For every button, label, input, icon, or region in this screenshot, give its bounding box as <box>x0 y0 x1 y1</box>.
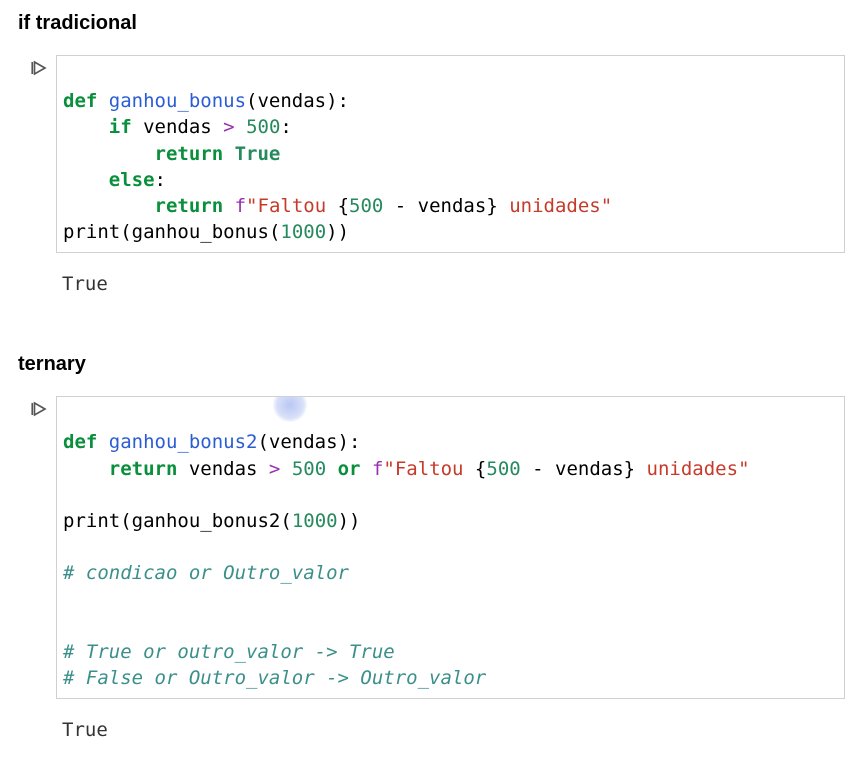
output-2: True <box>62 703 845 744</box>
num-500: 500 <box>349 195 383 217</box>
run-cell-icon[interactable] <box>30 59 48 77</box>
quote: " <box>383 458 394 480</box>
heading-ternary: ternary <box>18 353 845 376</box>
indent <box>63 458 109 480</box>
code-cell-2: def ganhou_bonus2(vendas): return vendas… <box>18 396 845 698</box>
params: (vendas): <box>257 431 360 453</box>
str-text: Faltou <box>258 195 338 217</box>
heading-if-tradicional: if tradicional <box>18 12 845 35</box>
paren: )) <box>338 510 361 532</box>
brace: { <box>475 458 486 480</box>
str-text: Faltou <box>395 458 475 480</box>
kw-or: or <box>338 458 361 480</box>
brace: } <box>624 458 635 480</box>
brace: } <box>486 195 497 217</box>
colon: : <box>280 116 291 138</box>
indent <box>63 116 109 138</box>
kw-def: def <box>63 431 109 453</box>
f-prefix: f <box>235 195 246 217</box>
quote: " <box>601 195 612 217</box>
indent <box>63 169 109 191</box>
code-editor-1[interactable]: def ganhou_bonus(vendas): if vendas > 50… <box>56 55 845 253</box>
var: vendas <box>143 116 223 138</box>
paren: ( <box>120 510 131 532</box>
paren: ( <box>269 221 280 243</box>
fn-name: ganhou_bonus <box>109 90 246 112</box>
run-cell-icon[interactable] <box>30 400 48 418</box>
quote: " <box>246 195 257 217</box>
brace: { <box>338 195 349 217</box>
code-editor-2[interactable]: def ganhou_bonus2(vendas): return vendas… <box>56 396 845 698</box>
indent <box>63 195 155 217</box>
str-text: unidades <box>498 195 601 217</box>
kw-return: return <box>155 143 235 165</box>
paren: )) <box>326 221 349 243</box>
num-500: 500 <box>246 116 280 138</box>
comment: # condicao or Outro_valor <box>63 562 349 584</box>
params: (vendas): <box>246 90 349 112</box>
expr: - vendas <box>383 195 486 217</box>
op-gt: > <box>269 458 292 480</box>
space <box>326 458 337 480</box>
quote: " <box>738 458 749 480</box>
code-cell-1: def ganhou_bonus(vendas): if vendas > 50… <box>18 55 845 253</box>
num-1000: 1000 <box>292 510 338 532</box>
comment: # False or Outro_valor -> Outro_valor <box>63 667 486 689</box>
op-gt: > <box>223 116 246 138</box>
kw-def: def <box>63 90 109 112</box>
num-500: 500 <box>486 458 520 480</box>
paren: ( <box>120 221 131 243</box>
indent <box>63 143 155 165</box>
fn-print: print <box>63 221 120 243</box>
num-1000: 1000 <box>280 221 326 243</box>
str-text: unidades <box>635 458 738 480</box>
comment: # True or outro_valor -> True <box>63 641 395 663</box>
kw-return: return <box>109 458 189 480</box>
output-1: True <box>62 257 845 298</box>
cursor-highlight-icon <box>273 396 307 422</box>
paren: ( <box>280 510 291 532</box>
space <box>360 458 371 480</box>
kw-else: else <box>109 169 155 191</box>
kw-return: return <box>155 195 235 217</box>
bool-true: True <box>235 143 281 165</box>
colon: : <box>155 169 166 191</box>
kw-if: if <box>109 116 143 138</box>
fn-call: ganhou_bonus <box>132 221 269 243</box>
expr: - vendas <box>521 458 624 480</box>
f-prefix: f <box>372 458 383 480</box>
fn-print: print <box>63 510 120 532</box>
num-500: 500 <box>292 458 326 480</box>
var: vendas <box>189 458 269 480</box>
fn-call: ganhou_bonus2 <box>132 510 281 532</box>
fn-name: ganhou_bonus2 <box>109 431 258 453</box>
